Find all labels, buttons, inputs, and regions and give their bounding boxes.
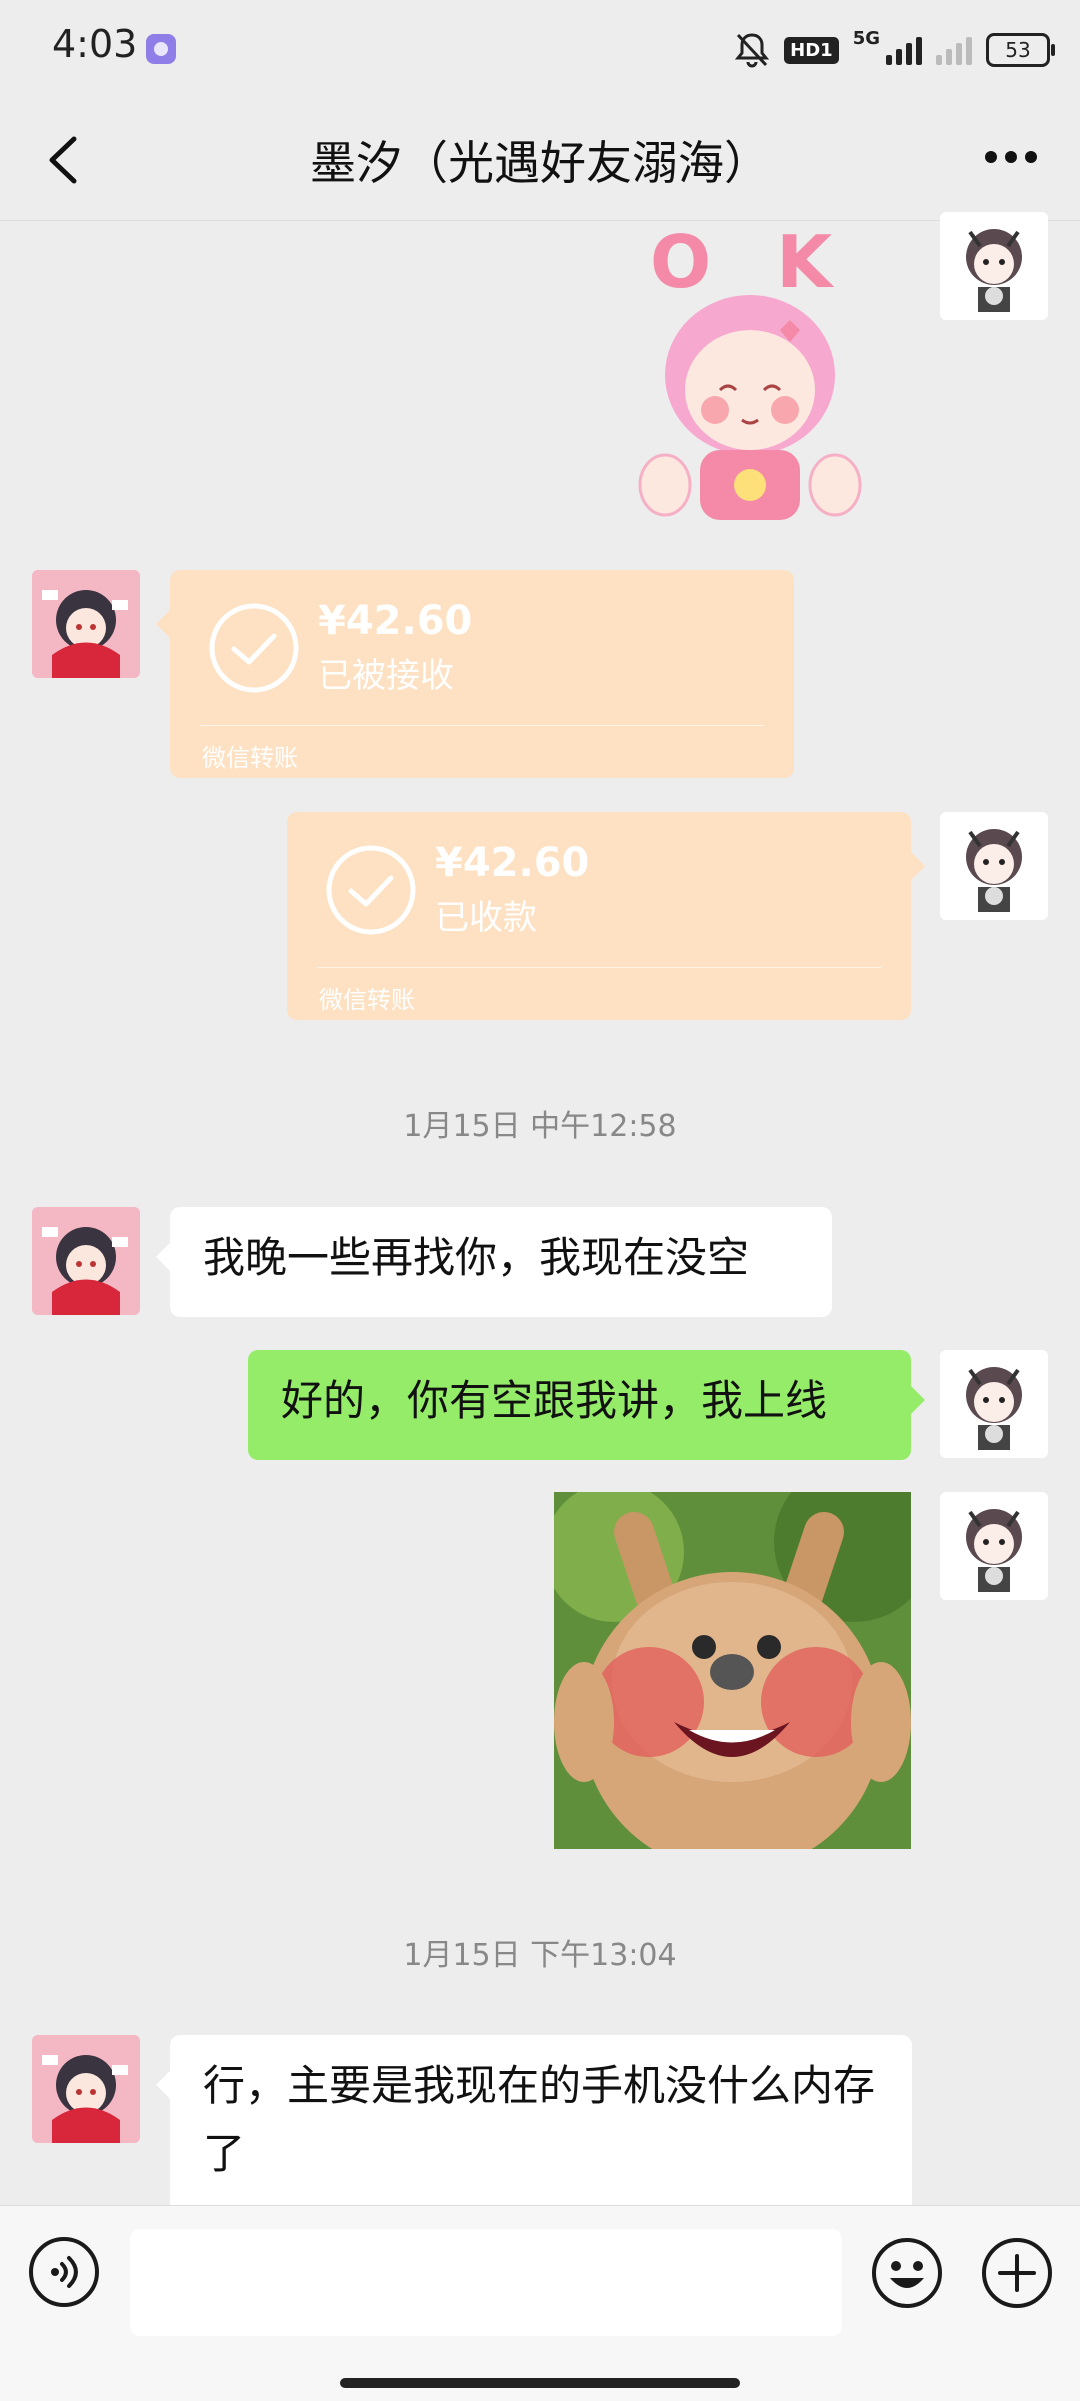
transfer-card-collected[interactable]: ¥42.60 已收款 微信转账	[287, 812, 925, 1020]
app-notification-icon	[146, 34, 176, 64]
signal-icon	[886, 35, 922, 65]
anime-avatar-icon	[32, 2035, 140, 2143]
status-icons: HD1 5G 53	[734, 28, 1055, 72]
transfer-card-received[interactable]: ¥42.60 已被接收 微信转账	[156, 570, 794, 778]
more-icon[interactable]	[984, 149, 1038, 165]
friend-avatar[interactable]	[32, 570, 140, 678]
anime-avatar-icon	[32, 570, 140, 678]
anime-avatar-icon	[966, 229, 1022, 312]
status-time: 4:03	[52, 22, 138, 66]
input-bar	[0, 2205, 1080, 2401]
transfer-status: 已被接收	[318, 656, 454, 696]
bell-muted-icon	[735, 33, 770, 68]
hd-badge: HD1	[784, 36, 839, 64]
friend-avatar[interactable]	[32, 1207, 140, 1315]
transfer-source: 微信转账	[319, 986, 415, 1014]
chat-title: 墨汐（光遇好友溺海）	[310, 136, 770, 190]
my-avatar[interactable]	[940, 1492, 1048, 1600]
message-bubble-incoming[interactable]: 行，主要是我现在的手机没什么内存了	[156, 2035, 912, 2205]
check-circle-icon	[326, 845, 416, 935]
transfer-amount: ¥42.60	[318, 598, 473, 644]
message-bubble-incoming[interactable]: 我晚一些再找你，我现在没空	[156, 1207, 832, 1317]
message-input[interactable]	[130, 2229, 842, 2336]
anime-avatar-icon	[966, 829, 1022, 912]
home-indicator[interactable]	[340, 2378, 740, 2388]
anime-avatar-icon	[966, 1367, 1022, 1450]
timestamp: 1月15日 中午12:58	[403, 1109, 677, 1144]
my-avatar[interactable]	[940, 1350, 1048, 1458]
emoji-icon[interactable]	[870, 2236, 944, 2310]
sticker-ok[interactable]: O K	[620, 220, 880, 530]
check-circle-icon	[209, 603, 299, 693]
friend-avatar[interactable]	[32, 2035, 140, 2143]
transfer-amount: ¥42.60	[435, 840, 590, 886]
voice-icon[interactable]	[28, 2236, 100, 2308]
signal-secondary-icon	[936, 35, 972, 65]
transfer-status: 已收款	[435, 898, 537, 938]
battery-icon: 53	[986, 33, 1055, 67]
timestamp: 1月15日 下午13:04	[403, 1938, 677, 1973]
bear-face-image	[554, 1492, 911, 1849]
add-icon[interactable]	[980, 2236, 1054, 2310]
my-avatar[interactable]	[940, 812, 1048, 920]
transfer-divider	[200, 725, 764, 726]
girl-sticker-image	[638, 295, 862, 520]
anime-avatar-icon	[966, 1509, 1022, 1592]
network-label: 5G	[852, 28, 880, 49]
status-bar: 4:03 HD1 5G 53	[0, 0, 1080, 95]
chat-header: 墨汐（光遇好友溺海）	[0, 95, 1080, 220]
message-bubble-outgoing[interactable]: 好的，你有空跟我讲，我上线	[248, 1350, 925, 1460]
transfer-divider	[317, 967, 881, 968]
header-divider	[0, 220, 1080, 221]
transfer-source: 微信转账	[202, 744, 298, 772]
my-avatar[interactable]	[940, 212, 1048, 320]
bear-image-message[interactable]	[554, 1492, 911, 1849]
anime-avatar-icon	[32, 1207, 140, 1315]
